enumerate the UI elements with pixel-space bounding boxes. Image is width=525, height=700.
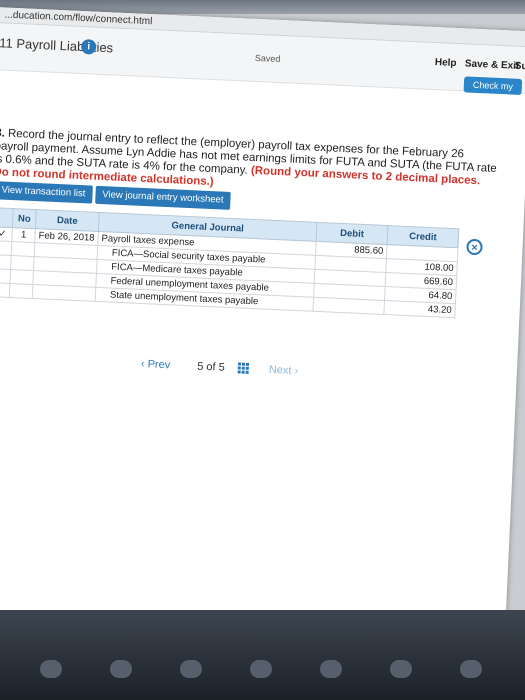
entry-number <box>11 241 35 257</box>
entry-number: 1 <box>11 227 36 243</box>
journal-table: No Date General Journal Debit Credit ✓ 1… <box>0 207 459 318</box>
browser-window: ...ducation.com/flow/connect.html 11 Pay… <box>0 7 525 641</box>
page-indicator: 5 of 5 <box>196 360 226 374</box>
view-transaction-list-button[interactable]: View transaction list <box>0 181 93 204</box>
taskbar-app-icon[interactable] <box>320 660 342 678</box>
entry-number <box>10 255 35 271</box>
entry-date <box>32 284 96 302</box>
question-area: 3. Record the journal entry to reflect t… <box>0 69 525 641</box>
taskbar-app-icon[interactable] <box>40 660 62 678</box>
debit-amount <box>312 297 385 315</box>
taskbar-app-icon[interactable] <box>460 660 482 678</box>
entry-number <box>9 269 34 285</box>
next-button[interactable]: Next › <box>269 364 299 377</box>
saved-status: Saved <box>254 52 281 65</box>
view-journal-worksheet-button[interactable]: View journal entry worksheet <box>94 185 231 210</box>
prev-button[interactable]: ‹ Prev <box>141 358 171 371</box>
taskbar-app-icon[interactable] <box>110 660 132 678</box>
check-mark-icon: ✓ <box>0 226 13 242</box>
taskbar-app-icon[interactable] <box>390 660 412 678</box>
save-exit-button[interactable]: Save & Exit <box>465 58 520 71</box>
check-mark-icon <box>0 240 12 256</box>
check-mark-icon <box>0 268 11 284</box>
no-column-header: No <box>12 208 37 229</box>
check-mark-icon <box>0 254 12 270</box>
taskbar-app-icon[interactable] <box>180 660 202 678</box>
taskbar-app-icon[interactable] <box>250 660 272 678</box>
next-label: Next <box>268 363 292 377</box>
pagination: ‹ Prev 5 of 5 Next › <box>141 358 299 377</box>
taskbar <box>0 610 525 700</box>
prev-label: Prev <box>147 358 171 372</box>
check-column-header <box>0 207 14 228</box>
credit-amount: 43.20 <box>383 300 456 318</box>
grid-icon[interactable] <box>237 362 251 376</box>
assignment-title: 11 Payroll Liabilities <box>0 35 114 56</box>
help-button[interactable]: Help <box>435 57 457 69</box>
submit-button[interactable]: Subm <box>515 61 525 73</box>
entry-number <box>9 283 33 299</box>
close-worksheet-icon[interactable]: × <box>466 238 483 256</box>
